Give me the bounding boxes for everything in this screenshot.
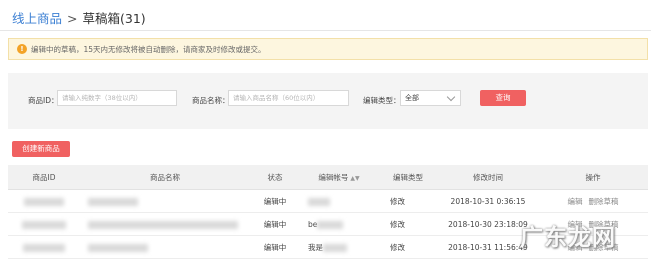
col-header-edit-type: 编辑类型 bbox=[378, 165, 438, 190]
cell-name bbox=[80, 189, 250, 213]
cell-status: 编辑中 bbox=[250, 235, 300, 259]
cell-modified: 2018-10-31 0:36:15 bbox=[438, 189, 538, 213]
redacted-editor bbox=[308, 197, 330, 206]
cell-name bbox=[80, 212, 250, 236]
cell-edit-type: 修改 bbox=[378, 235, 438, 259]
watermark-text: 广东龙网 bbox=[520, 225, 616, 251]
breadcrumb-separator: > bbox=[67, 11, 78, 26]
notice-text: 编辑中的草稿，15天内无修改将被自动删除，请商家及时修改或提交。 bbox=[31, 44, 266, 54]
breadcrumb: 线上商品 > 草稿箱(31) bbox=[12, 8, 146, 27]
chevron-down-icon bbox=[446, 92, 456, 102]
cell-name bbox=[80, 235, 250, 259]
product-name-label: 商品名称： bbox=[192, 96, 230, 105]
sort-icon[interactable]: ▲▼ bbox=[350, 175, 359, 182]
cell-status: 编辑中 bbox=[250, 212, 300, 236]
cell-id bbox=[8, 212, 80, 236]
product-name-input[interactable]: 请输入商品名称（60位以内） bbox=[228, 90, 349, 106]
notice-banner: ! 编辑中的草稿，15天内无修改将被自动删除，请商家及时修改或提交。 bbox=[8, 38, 648, 60]
edit-type-value: 全部 bbox=[405, 94, 419, 102]
product-id-label: 商品ID： bbox=[28, 96, 59, 105]
header-divider bbox=[0, 30, 651, 31]
table-header-row: 商品ID 商品名称 状态 编辑帐号 ▲▼ 编辑类型 修改时间 操作 bbox=[8, 165, 648, 190]
col-header-status: 状态 bbox=[250, 165, 300, 190]
cell-edit-type: 修改 bbox=[378, 189, 438, 213]
modified-time: 0:36:15 bbox=[496, 196, 526, 206]
edit-type-label: 编辑类型： bbox=[363, 96, 401, 105]
redacted-name bbox=[88, 220, 238, 229]
cell-editor bbox=[300, 189, 378, 213]
cell-editor: be bbox=[300, 212, 378, 236]
modified-date: 2018-10-31 bbox=[450, 196, 495, 206]
col-header-name: 商品名称 bbox=[80, 165, 250, 190]
modified-date: 2018-10-31 bbox=[448, 242, 492, 252]
page-title: 草稿箱(31) bbox=[82, 11, 146, 26]
cell-status: 编辑中 bbox=[250, 189, 300, 213]
cell-ops: 编辑 删除草稿 bbox=[538, 189, 648, 213]
redacted-id bbox=[22, 220, 66, 229]
modified-date: 2018-10-30 bbox=[448, 219, 492, 229]
warning-icon: ! bbox=[17, 44, 27, 54]
product-id-input[interactable]: 请输入纯数字（38位以内） bbox=[57, 90, 177, 106]
cell-id bbox=[8, 235, 80, 259]
editor-prefix: be bbox=[308, 219, 318, 229]
cell-editor: 我是 bbox=[300, 235, 378, 259]
col-header-editor-label: 编辑帐号 bbox=[318, 172, 349, 182]
redacted-id bbox=[24, 197, 64, 206]
table-row: 编辑中 修改 2018-10-31 0:36:15 编辑 删除草稿 bbox=[8, 189, 648, 213]
filter-panel: 商品ID： 请输入纯数字（38位以内） 商品名称： 请输入商品名称（60位以内）… bbox=[8, 73, 648, 129]
redacted-editor bbox=[323, 243, 347, 252]
col-header-id: 商品ID bbox=[8, 165, 80, 190]
query-button[interactable]: 查询 bbox=[480, 90, 526, 106]
col-header-editor[interactable]: 编辑帐号 ▲▼ bbox=[300, 165, 378, 190]
editor-prefix: 我是 bbox=[308, 242, 323, 252]
create-product-button[interactable]: 创建新商品 bbox=[12, 141, 70, 157]
delete-draft-link[interactable]: 删除草稿 bbox=[589, 197, 619, 206]
col-header-ops: 操作 bbox=[538, 165, 648, 190]
redacted-editor bbox=[317, 220, 344, 229]
redacted-name bbox=[88, 243, 148, 252]
edit-type-select[interactable]: 全部 bbox=[400, 90, 461, 106]
breadcrumb-parent-link[interactable]: 线上商品 bbox=[12, 11, 62, 26]
redacted-id bbox=[23, 243, 65, 252]
cell-id bbox=[8, 189, 80, 213]
edit-link[interactable]: 编辑 bbox=[568, 197, 583, 206]
cell-edit-type: 修改 bbox=[378, 212, 438, 236]
redacted-name bbox=[88, 197, 138, 206]
col-header-modified: 修改时间 bbox=[438, 165, 538, 190]
